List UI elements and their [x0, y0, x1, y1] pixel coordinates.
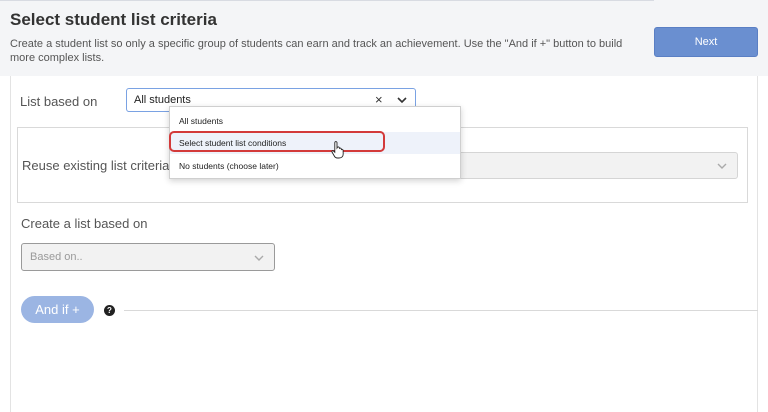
page-title: Select student list criteria	[10, 10, 217, 29]
based-on-placeholder: Based on..	[30, 251, 83, 263]
option-label: All students	[179, 116, 223, 126]
header-top-divider	[0, 0, 654, 1]
reuse-criteria-label: Reuse existing list criteria	[22, 158, 170, 173]
option-label: No students (choose later)	[179, 161, 279, 171]
chevron-down-icon	[717, 163, 727, 169]
divider	[124, 310, 758, 311]
chevron-down-icon[interactable]	[397, 96, 407, 104]
page-description: Create a student list so only a specific…	[10, 38, 623, 64]
based-on-select[interactable]: Based on..	[21, 243, 275, 271]
option-no-students[interactable]: No students (choose later)	[170, 155, 460, 177]
and-if-button[interactable]: And if +	[21, 296, 94, 323]
page-header: Select student list criteria Create a st…	[0, 0, 768, 76]
next-button[interactable]: Next	[654, 27, 758, 57]
highlight-ring	[169, 131, 385, 152]
list-based-on-label: List based on	[20, 94, 98, 109]
clear-icon[interactable]: ×	[375, 92, 383, 107]
hand-cursor-icon	[331, 141, 344, 159]
chevron-down-icon	[254, 255, 264, 261]
list-based-on-value: All students	[134, 94, 191, 106]
option-all-students[interactable]: All students	[170, 110, 460, 132]
create-list-label: Create a list based on	[21, 216, 148, 231]
help-icon[interactable]: ?	[104, 305, 115, 316]
